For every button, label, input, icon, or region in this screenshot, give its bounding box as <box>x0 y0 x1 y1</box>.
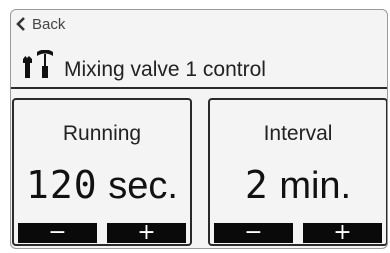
tools-icon <box>23 50 53 78</box>
interval-label: Interval <box>263 122 333 145</box>
running-panel: Running 120 sec. − + <box>12 98 192 246</box>
interval-buttons: − + <box>214 222 382 244</box>
page-title: Mixing valve 1 control <box>64 58 266 81</box>
running-value-display: 120 sec. <box>14 163 190 208</box>
running-label: Running <box>62 122 142 145</box>
page-header: Mixing valve 1 control <box>11 50 387 89</box>
interval-value: 2 <box>244 163 269 207</box>
interval-increase-button[interactable]: + <box>303 222 382 244</box>
controller-screen: Back Mixing valve 1 control Running 120 … <box>10 9 388 249</box>
running-buttons: − + <box>18 222 186 244</box>
running-increase-button[interactable]: + <box>107 222 186 244</box>
interval-unit: min. <box>279 165 352 207</box>
back-button[interactable]: Back <box>15 13 65 35</box>
chevron-left-icon <box>16 17 25 31</box>
interval-panel: Interval 2 min. − + <box>208 98 387 246</box>
interval-decrease-button[interactable]: − <box>214 222 293 244</box>
running-value: 120 <box>26 163 98 207</box>
running-decrease-button[interactable]: − <box>18 222 97 244</box>
back-label: Back <box>32 15 66 33</box>
interval-value-display: 2 min. <box>210 163 386 208</box>
running-unit: sec. <box>108 165 178 207</box>
